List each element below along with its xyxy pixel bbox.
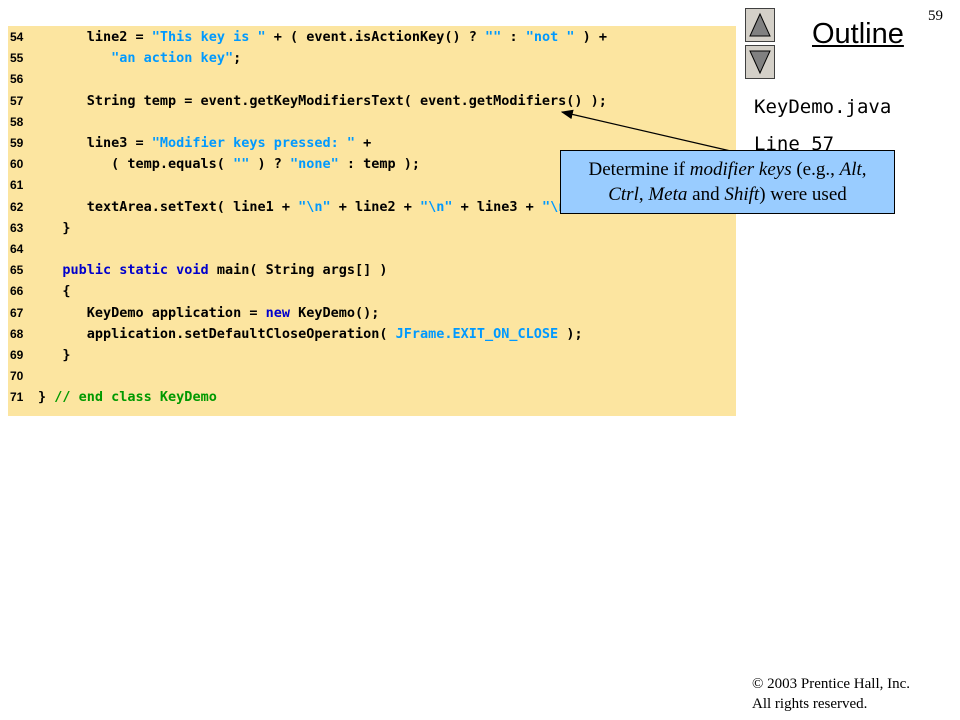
line-number: 64 [10,242,24,256]
callout-text: Shift [724,184,760,205]
copyright-line: © 2003 Prentice Hall, Inc. [752,676,911,692]
line-number: 71 [10,390,24,405]
code-token: { [38,283,71,300]
code-line: 54 line2 = "This key is " + ( event.isAc… [8,27,607,48]
callout-text: Alt [839,159,862,180]
code-line: 59 line3 = "Modifier keys pressed: " + [8,133,371,154]
callout-text: and [687,184,725,205]
code-line: 64 [8,239,38,260]
code-line: 69 } [8,345,71,366]
code-token: KeyDemo(); [289,304,380,321]
code-token: "" [233,156,250,173]
code-token: } [38,219,71,236]
callout-text: , [638,184,649,205]
line-number: 61 [10,178,24,193]
outline-title: Outline [812,18,904,50]
code-line: 66 { [8,281,71,302]
file-name: KeyDemo.java [754,96,892,118]
code-token: application.setDefaultCloseOperation( [38,325,396,342]
code-token: "not " [525,29,575,45]
code-line: 55 "an action key"; [8,48,241,69]
line-number: 68 [10,326,24,341]
code-token: // end class KeyDemo [46,389,217,406]
previous-slide-button[interactable] [745,8,775,42]
code-token: "" [485,29,502,45]
line-number: 69 [10,348,24,362]
code-line: 57 String temp = event.getKeyModifiersTe… [8,91,607,112]
code-token: "Modifier keys pressed: " [151,135,355,151]
callout-text: ) were used [759,184,847,205]
code-token: KeyDemo application = [38,304,266,321]
line-number: 63 [10,220,24,235]
code-token: textArea.setText( line1 + [38,198,299,215]
code-line: 68 application.setDefaultCloseOperation(… [8,324,583,345]
down-arrow-icon [749,50,771,75]
code-token: "none" [289,156,339,173]
code-token: + [355,135,372,151]
code-token: } [38,389,47,406]
code-token: "\n" [420,198,453,215]
code-token: ) ? [249,156,290,173]
code-token: + line3 + [452,198,542,215]
line-number: 66 [10,284,24,299]
code-token: : temp ); [338,156,421,173]
line-number: 65 [10,263,24,278]
code-token: ) + [574,29,607,45]
code-line: 58 [8,112,38,133]
line-number: 58 [10,114,24,129]
code-token: : [501,29,526,45]
page-number: 59 [928,8,943,24]
callout-text: , [861,159,867,180]
code-token: ); [558,325,583,342]
code-line: 62 textArea.setText( line1 + "\n" + line… [8,197,599,218]
code-token: line2 = [38,29,152,45]
copyright-notice: © 2003 Prentice Hall, Inc. All rights re… [752,674,910,714]
code-line: 71} // end class KeyDemo [8,387,217,408]
code-token: } [38,347,71,363]
line-number: 59 [10,136,24,150]
line-number: 57 [10,93,24,108]
code-token: "\n" [298,198,331,215]
callout-text: Meta [648,184,688,205]
code-panel: 54 line2 = "This key is " + ( event.isAc… [8,26,736,416]
code-line: 67 KeyDemo application = new KeyDemo(); [8,303,379,324]
code-token: line3 = [38,135,152,151]
code-line: 70 [8,366,38,387]
code-line: 56 [8,69,38,90]
code-token: new [265,304,290,321]
callout-text: (e.g., [791,159,840,180]
line-number: 55 [10,51,24,66]
code-token: String temp = event.getKeyModifiersText(… [38,92,607,109]
code-line: 65 public static void main( String args[… [8,260,388,281]
code-line: 63 } [8,218,71,239]
code-token: JFrame.EXIT_ON_CLOSE [395,325,559,342]
line-number: 70 [10,369,24,384]
line-number: 62 [10,199,24,214]
line-number: 67 [10,305,24,320]
up-arrow-icon [749,12,771,37]
code-token: public static void [62,262,209,279]
code-token: ( temp.equals( [38,156,234,173]
code-token: "an action key" [111,50,234,67]
line-number: 60 [10,157,24,172]
code-token: "This key is " [151,29,266,45]
code-token: ; [233,50,242,67]
callout-text: Determine if [588,159,690,180]
code-token: + line2 + [330,198,421,215]
copyright-line: All rights reserved. [752,696,868,712]
annotation-callout: Determine if modifier keys (e.g., Alt, C… [560,150,895,214]
line-number: 56 [10,72,24,87]
next-slide-button[interactable] [745,45,775,79]
code-line: 60 ( temp.equals( "" ) ? "none" : temp )… [8,154,420,175]
code-token: main( String args[] ) [208,262,388,279]
callout-text: Ctrl [608,184,639,205]
line-number: 54 [10,30,24,44]
code-line: 61 [8,175,38,196]
callout-text: modifier keys [689,159,792,180]
code-token: + ( event.isActionKey() ? [265,29,486,45]
